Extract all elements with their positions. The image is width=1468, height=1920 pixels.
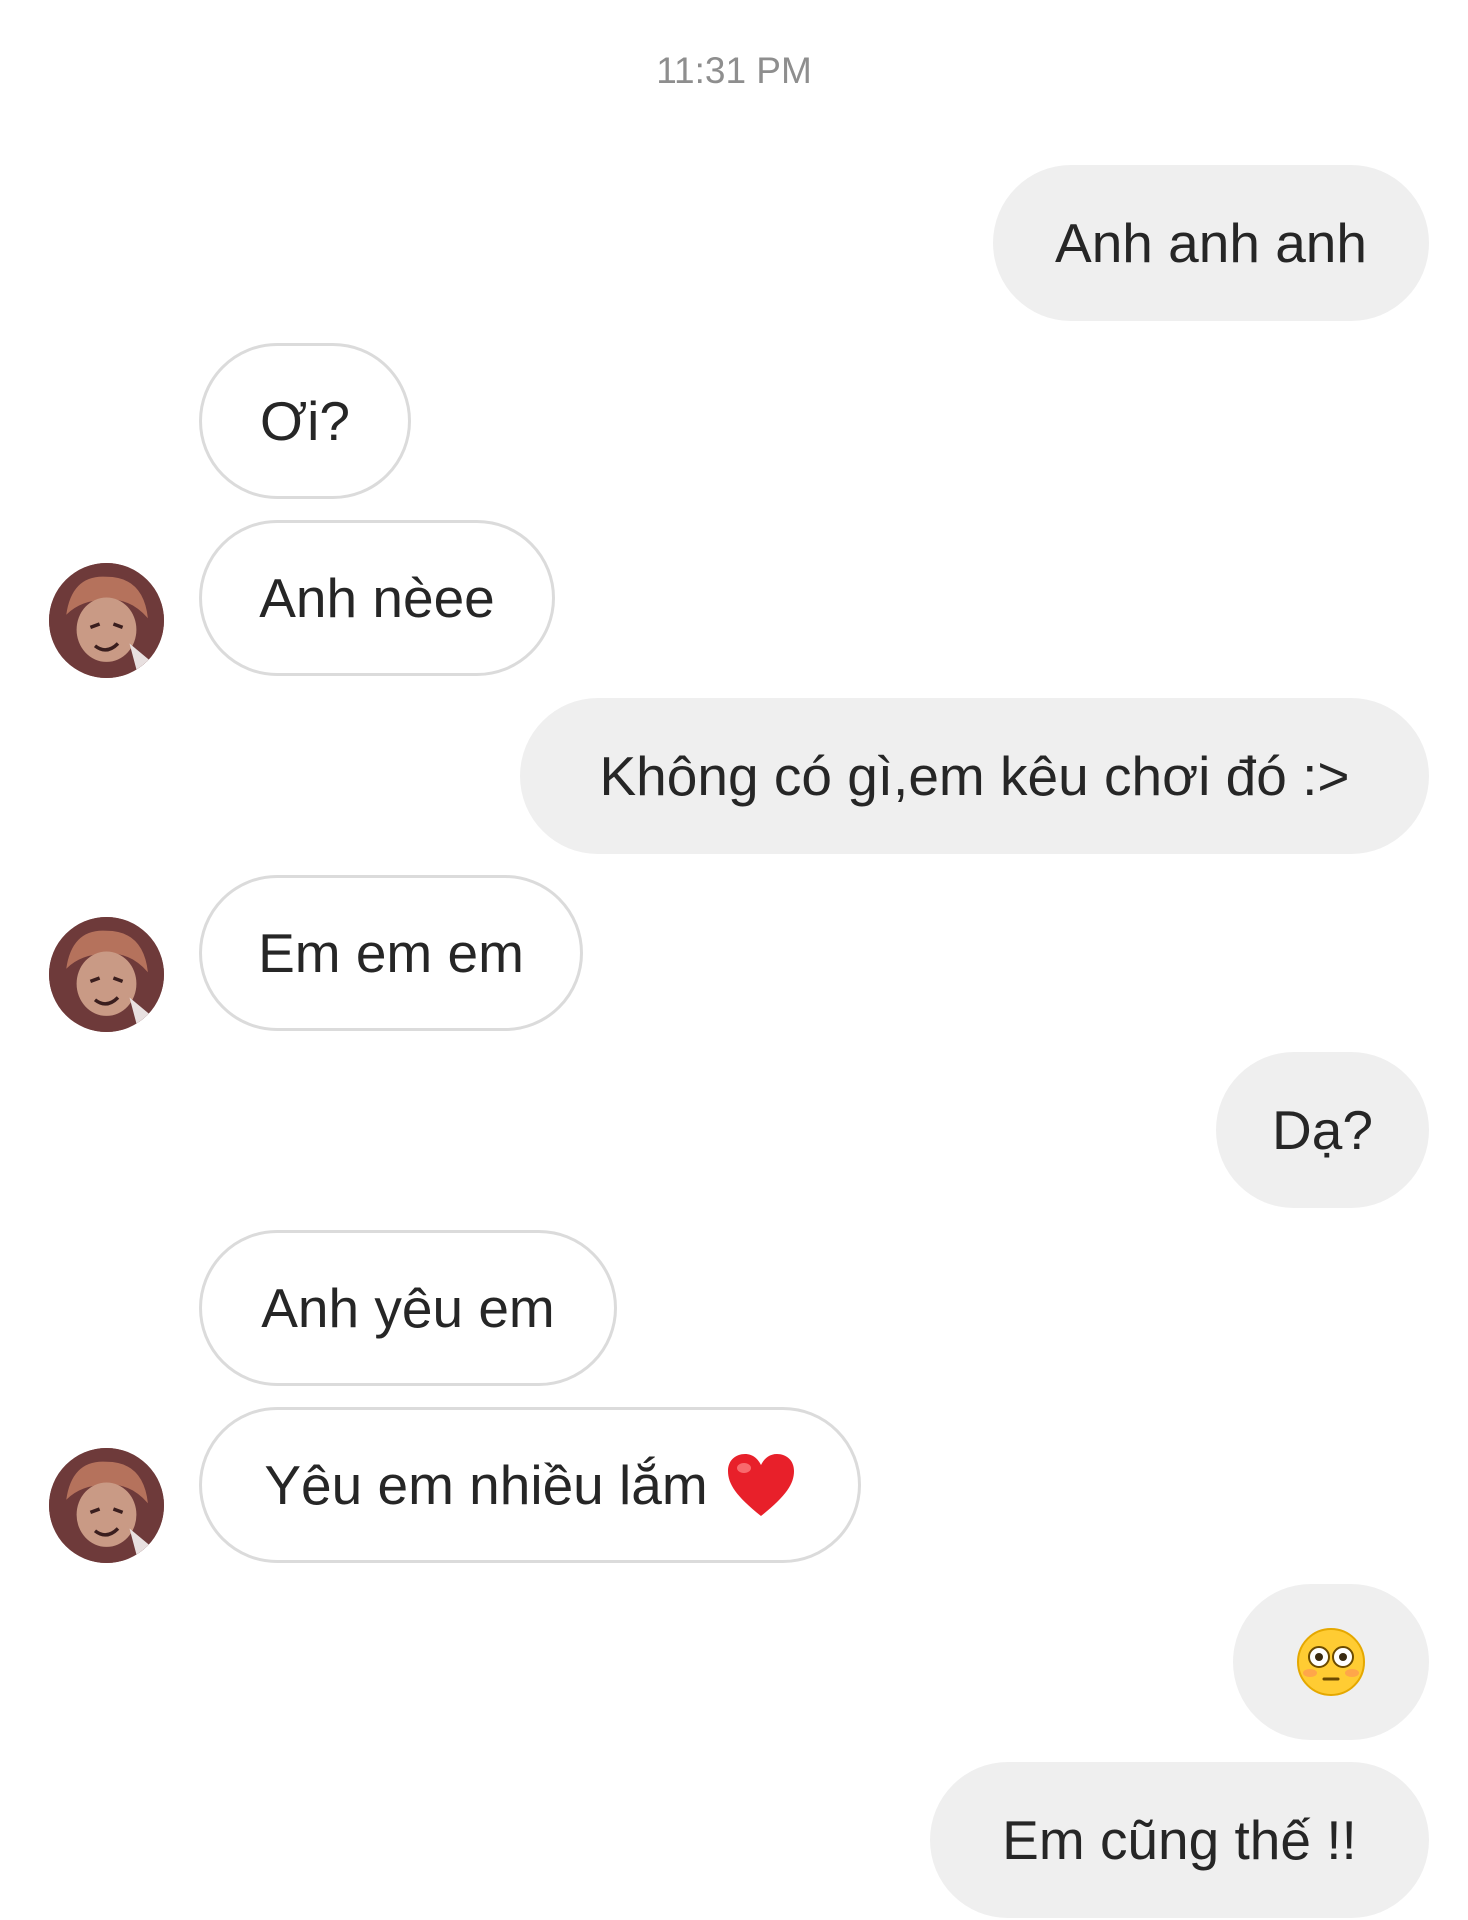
message-bubble-received[interactable]: Ơi? [199,343,411,499]
message-text: Ơi? [260,390,350,452]
message-text: Dạ? [1272,1099,1373,1161]
avatar-image [49,917,164,1032]
red-heart-icon [726,1452,796,1518]
message-bubble-received[interactable]: Yêu em nhiều lắm [199,1407,861,1563]
avatar-image [49,1448,164,1563]
message-bubble-sent[interactable]: Dạ? [1216,1052,1429,1208]
message-text: Anh nèee [259,567,495,629]
message-bubble-sent[interactable]: Không có gì,em kêu chơi đó :> [520,698,1429,854]
message-bubble-sent[interactable] [1233,1584,1429,1740]
message-bubble-received[interactable]: Anh yêu em [199,1230,617,1386]
message-text: Anh anh anh [1055,212,1367,274]
message-bubble-sent[interactable]: Anh anh anh [993,165,1429,321]
message-text: Em cũng thế !! [1002,1809,1357,1871]
flushed-face-icon [1296,1627,1366,1697]
message-text: Em em em [258,922,524,984]
message-bubble-sent[interactable]: Em cũng thế !! [930,1762,1429,1918]
message-text: Anh yêu em [261,1277,555,1339]
avatar[interactable] [49,917,164,1032]
message-bubble-received[interactable]: Em em em [199,875,583,1031]
message-timestamp: 11:31 PM [656,50,812,91]
avatar[interactable] [49,1448,164,1563]
message-text: Yêu em nhiều lắm [264,1454,708,1516]
message-bubble-received[interactable]: Anh nèee [199,520,555,676]
avatar-image [49,563,164,678]
message-text: Không có gì,em kêu chơi đó :> [599,745,1350,807]
avatar[interactable] [49,563,164,678]
chat-thread: 11:31 PM Anh anh anh Ơi? Anh nèee Không … [0,0,1468,1920]
